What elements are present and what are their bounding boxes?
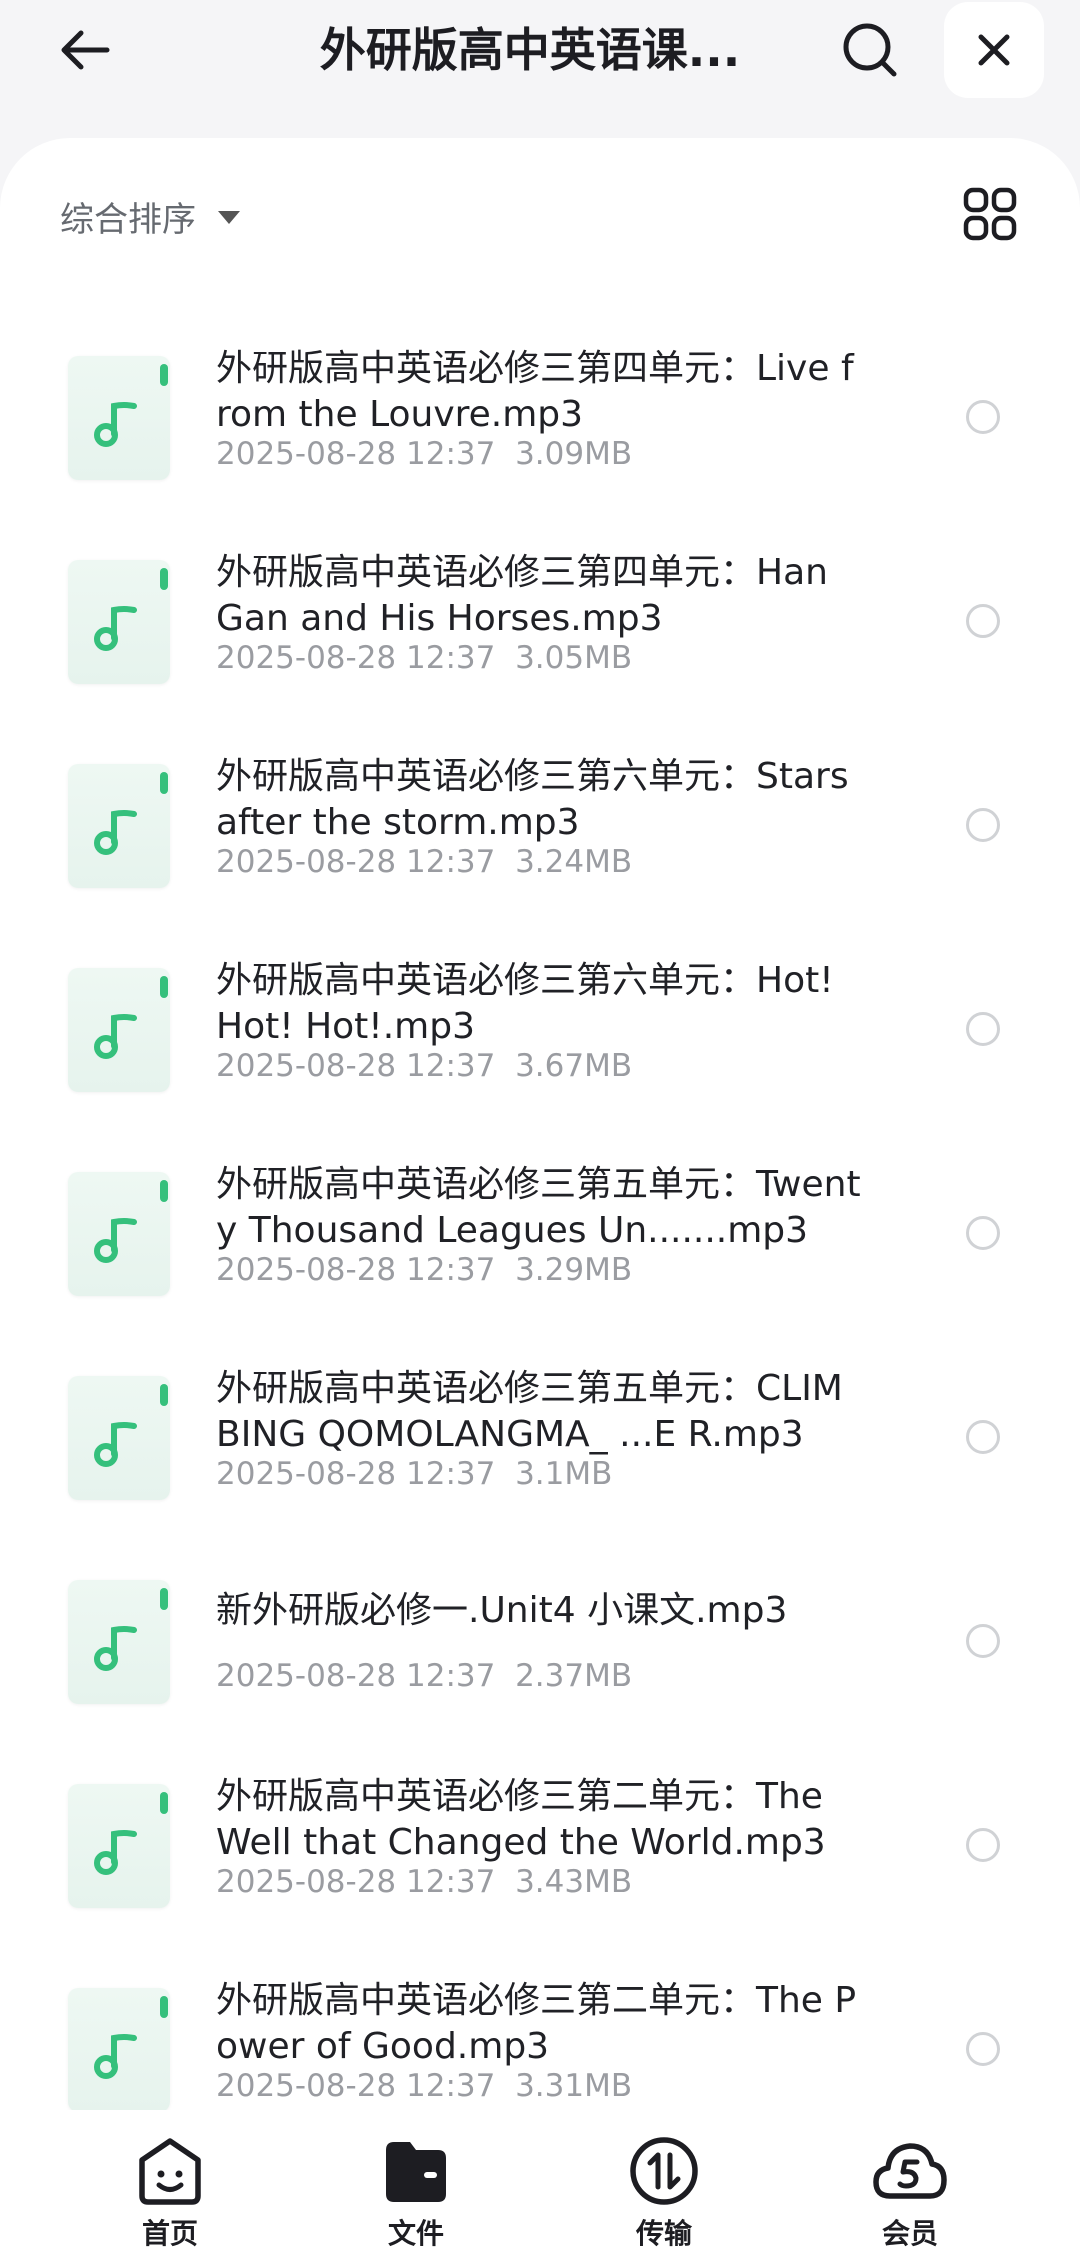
file-date: 2025-08-28 12:37 xyxy=(216,1658,496,1694)
file-row[interactable]: 外研版高中英语必修三第六单元：Hot! Hot! Hot!.mp3 2025-0… xyxy=(0,936,1080,1140)
file-size: 3.1MB xyxy=(515,1456,613,1492)
audio-file-icon xyxy=(68,560,170,684)
select-radio[interactable] xyxy=(966,400,1000,434)
top-bar: 外研版高中英语课... xyxy=(0,0,1080,140)
back-button[interactable] xyxy=(40,12,130,88)
file-name: 外研版高中英语必修三第六单元：Stars after the storm.mp3 xyxy=(216,756,849,843)
file-size: 3.29MB xyxy=(515,1252,633,1288)
search-icon xyxy=(843,23,897,77)
audio-file-icon xyxy=(68,1376,170,1500)
nav-home[interactable]: 首页 xyxy=(100,2132,240,2252)
file-name: 外研版高中英语必修三第四单元：Han Gan and His Horses.mp… xyxy=(216,552,828,639)
vip-cloud-icon xyxy=(873,2143,947,2199)
file-date: 2025-08-28 12:37 xyxy=(216,1456,496,1492)
file-date: 2025-08-28 12:37 xyxy=(216,436,496,472)
file-name: 外研版高中英语必修三第六单元：Hot! Hot! Hot!.mp3 xyxy=(216,960,834,1047)
file-date: 2025-08-28 12:37 xyxy=(216,1252,496,1288)
file-meta: 2025-08-28 12:37 3.05MB xyxy=(216,640,632,676)
grid-view-button[interactable] xyxy=(960,182,1020,246)
select-radio[interactable] xyxy=(966,1828,1000,1862)
nav-files[interactable]: 文件 xyxy=(346,2132,486,2252)
file-list-panel: 综合排序 外研版高中英语必修三第四单元：Live from the Louvre… xyxy=(0,138,1080,2138)
nav-files-label: 文件 xyxy=(387,2217,444,2250)
file-date: 2025-08-28 12:37 xyxy=(216,1864,496,1900)
file-row[interactable]: 新外研版必修一.Unit4 小课文.mp3 2025-08-28 12:37 2… xyxy=(0,1548,1080,1752)
select-radio[interactable] xyxy=(966,1216,1000,1250)
audio-file-icon xyxy=(68,1172,170,1296)
file-meta: 2025-08-28 12:37 3.31MB xyxy=(216,2068,632,2104)
file-date: 2025-08-28 12:37 xyxy=(216,1048,496,1084)
audio-file-icon xyxy=(68,356,170,480)
file-size: 3.05MB xyxy=(515,640,633,676)
nav-transfer[interactable]: 传输 xyxy=(594,2132,734,2252)
sort-dropdown[interactable]: 综合排序 xyxy=(60,186,240,246)
home-face-icon xyxy=(139,2138,201,2205)
folder-icon xyxy=(386,2142,446,2202)
file-size: 3.43MB xyxy=(515,1864,633,1900)
file-row[interactable]: 外研版高中英语必修三第五单元：Twenty Thousand Leagues U… xyxy=(0,1140,1080,1344)
file-meta: 2025-08-28 12:37 3.1MB xyxy=(216,1456,612,1492)
file-size: 3.67MB xyxy=(515,1048,633,1084)
page-title: 外研版高中英语课... xyxy=(319,23,741,77)
audio-file-icon xyxy=(68,1988,170,2112)
file-name: 外研版高中英语必修三第二单元：The Power of Good.mp3 xyxy=(216,1980,857,2067)
file-row[interactable]: 外研版高中英语必修三第四单元：Han Gan and His Horses.mp… xyxy=(0,528,1080,732)
grid-view-icon xyxy=(963,187,1017,241)
file-name: 外研版高中英语必修三第四单元：Live from the Louvre.mp3 xyxy=(216,348,854,435)
bottom-nav: 首页 文件 传输 会员 xyxy=(0,2110,1080,2264)
file-name: 外研版高中英语必修三第五单元：CLIMBING QOMOLANGMA_ ...E… xyxy=(216,1368,843,1455)
file-meta: 2025-08-28 12:37 2.37MB xyxy=(216,1658,632,1694)
nav-transfer-label: 传输 xyxy=(635,2217,692,2250)
file-meta: 2025-08-28 12:37 3.43MB xyxy=(216,1864,632,1900)
close-button[interactable] xyxy=(944,2,1044,98)
file-meta: 2025-08-28 12:37 3.67MB xyxy=(216,1048,632,1084)
transfer-icon xyxy=(630,2137,698,2205)
file-date: 2025-08-28 12:37 xyxy=(216,640,496,676)
nav-home-label: 首页 xyxy=(141,2217,198,2250)
close-icon xyxy=(978,34,1010,66)
file-size: 3.24MB xyxy=(515,844,633,880)
file-row[interactable]: 外研版高中英语必修三第四单元：Live from the Louvre.mp3 … xyxy=(0,324,1080,528)
file-name: 新外研版必修一.Unit4 小课文.mp3 xyxy=(216,1590,788,1631)
audio-file-icon xyxy=(68,968,170,1092)
file-meta: 2025-08-28 12:37 3.09MB xyxy=(216,436,632,472)
file-row[interactable]: 外研版高中英语必修三第六单元：Stars after the storm.mp3… xyxy=(0,732,1080,936)
audio-file-icon xyxy=(68,1580,170,1704)
file-name: 外研版高中英语必修三第五单元：Twenty Thousand Leagues U… xyxy=(216,1164,861,1251)
select-radio[interactable] xyxy=(966,1624,1000,1658)
file-name: 外研版高中英语必修三第二单元：The Well that Changed the… xyxy=(216,1776,826,1863)
select-radio[interactable] xyxy=(966,1420,1000,1454)
select-radio[interactable] xyxy=(966,2032,1000,2066)
arrow-left-icon xyxy=(61,30,110,70)
select-radio[interactable] xyxy=(966,1012,1000,1046)
nav-vip[interactable]: 会员 xyxy=(840,2132,980,2252)
audio-file-icon xyxy=(68,1784,170,1908)
file-size: 2.37MB xyxy=(515,1658,633,1694)
file-row[interactable]: 外研版高中英语必修三第五单元：CLIMBING QOMOLANGMA_ ...E… xyxy=(0,1344,1080,1548)
audio-file-icon xyxy=(68,764,170,888)
file-date: 2025-08-28 12:37 xyxy=(216,844,496,880)
nav-vip-label: 会员 xyxy=(881,2217,938,2250)
file-row[interactable]: 外研版高中英语必修三第二单元：The Well that Changed the… xyxy=(0,1752,1080,1956)
caret-down-icon xyxy=(218,210,240,224)
file-size: 3.09MB xyxy=(515,436,633,472)
file-date: 2025-08-28 12:37 xyxy=(216,2068,496,2104)
search-button[interactable] xyxy=(830,12,910,88)
select-radio[interactable] xyxy=(966,604,1000,638)
file-meta: 2025-08-28 12:37 3.29MB xyxy=(216,1252,632,1288)
file-list: 外研版高中英语必修三第四单元：Live from the Louvre.mp3 … xyxy=(0,324,1080,2160)
sort-label: 综合排序 xyxy=(60,199,196,240)
select-radio[interactable] xyxy=(966,808,1000,842)
file-size: 3.31MB xyxy=(515,2068,633,2104)
file-meta: 2025-08-28 12:37 3.24MB xyxy=(216,844,632,880)
